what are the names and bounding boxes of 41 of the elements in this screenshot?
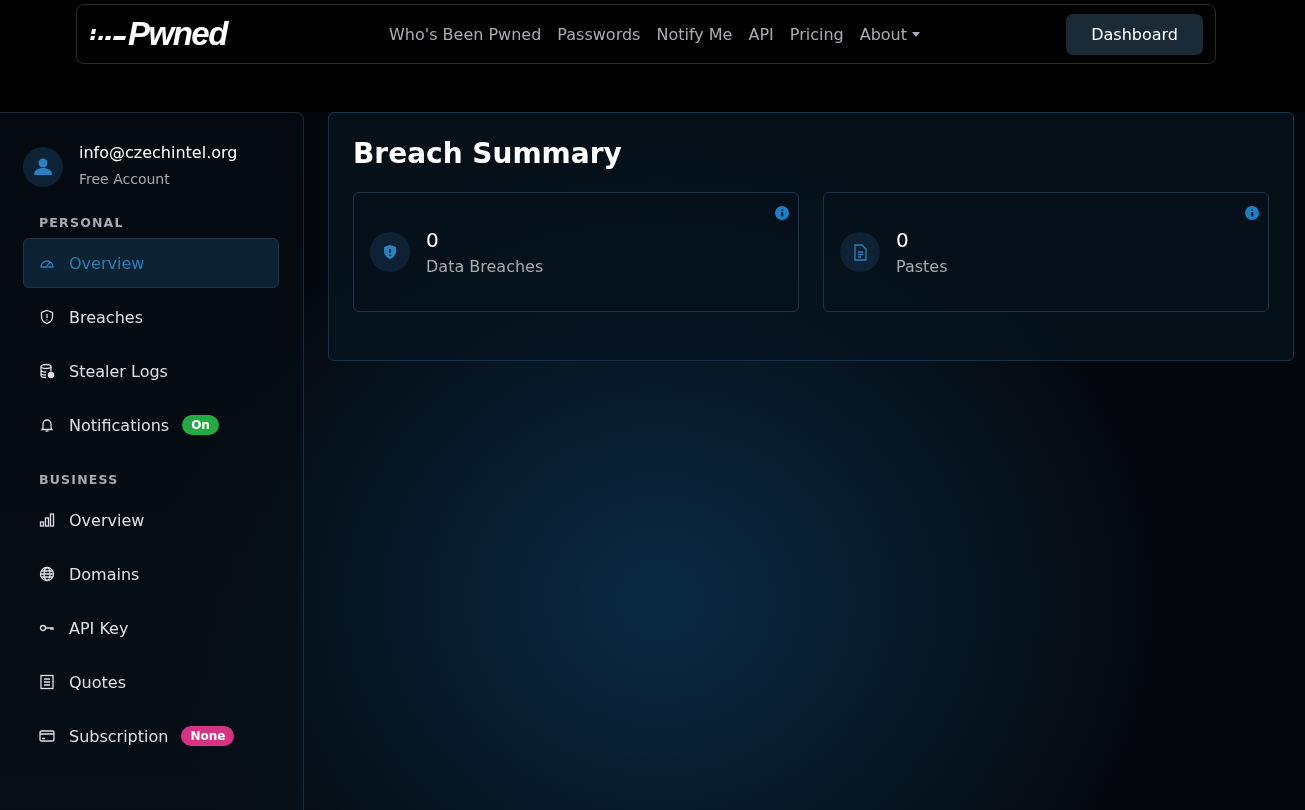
status-badge: None: [181, 726, 235, 746]
sidebar-item[interactable]: Domains: [23, 549, 279, 599]
shield-icon: [370, 232, 410, 272]
nav-link[interactable]: Notify Me: [656, 24, 733, 44]
section-heading: PERSONAL: [38, 215, 125, 230]
card-icon: [39, 728, 55, 744]
caret-icon: [912, 31, 920, 37]
sidebar-item[interactable]: Stealer Logs: [23, 346, 279, 396]
bell-icon: [39, 417, 55, 433]
stat-value: 0: [896, 228, 910, 252]
stat-label: Data Breaches: [426, 257, 544, 276]
user-email: info@czechintel.org: [79, 143, 238, 162]
sidebar-item[interactable]: Overview: [23, 495, 279, 545]
sidebar-item[interactable]: Subscription None: [23, 711, 279, 761]
status-badge: On: [182, 415, 219, 435]
nav-link[interactable]: Who's Been Pwned: [389, 24, 542, 44]
stat-label: Pastes: [896, 257, 948, 276]
nav-link[interactable]: Pricing: [789, 24, 844, 44]
nav-link[interactable]: API: [748, 24, 774, 44]
info-icon[interactable]: [775, 206, 789, 220]
document-icon: [840, 232, 880, 272]
account-plan: Free Account: [79, 171, 171, 187]
bars-icon: [39, 512, 55, 528]
info-icon[interactable]: [1245, 206, 1259, 220]
stat-value: 0: [426, 228, 440, 252]
user-avatar-icon: [23, 147, 63, 187]
nav-link[interactable]: About: [859, 24, 920, 44]
logo[interactable]: Pwned: [89, 15, 389, 53]
sidebar-item[interactable]: Quotes: [23, 657, 279, 707]
sidebar-item[interactable]: API Key: [23, 603, 279, 653]
shield-icon: [39, 309, 55, 325]
panel-title: Breach Summary: [353, 137, 623, 170]
db-icon: [39, 363, 55, 379]
nav-link[interactable]: Passwords: [557, 24, 641, 44]
section-heading: BUSINESS: [38, 472, 120, 487]
sidebar-item[interactable]: Overview: [23, 238, 279, 288]
sidebar-item[interactable]: Breaches: [23, 292, 279, 342]
dashboard-button[interactable]: Dashboard: [1066, 13, 1203, 55]
list-icon: [39, 674, 55, 690]
globe-icon: [39, 566, 55, 582]
sidebar-item[interactable]: Notifications On: [23, 400, 279, 450]
